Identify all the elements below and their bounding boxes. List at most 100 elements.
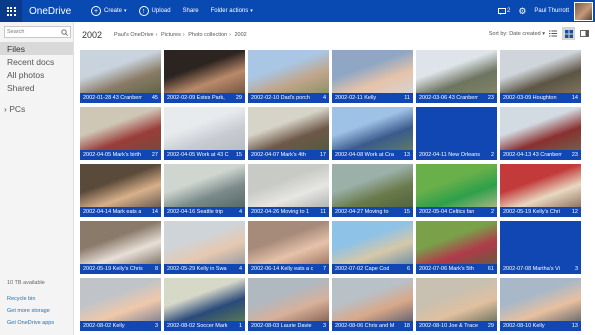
item-count: 61 <box>487 266 494 272</box>
list-view-button[interactable] <box>546 27 559 40</box>
folder-actions-label: Folder actions <box>210 8 249 14</box>
upload-button[interactable]: ↑ Upload <box>138 6 171 16</box>
folder-name: 2002-05-19 Kelly's Chri <box>503 209 560 215</box>
folder-tile[interactable]: 2002-04-26 Moving to 1 11 <box>248 164 329 217</box>
sidebar-item-files[interactable]: Files <box>0 42 73 55</box>
chevron-down-icon: ▾ <box>124 8 127 14</box>
folder-name: 2002-04-16 Seattle trip <box>167 209 223 215</box>
folder-tile-label: 2002-03-06 43 Cranberr 23 <box>416 93 497 103</box>
folder-tile-label: 2002-05-04 Celtics fan 2 <box>416 207 497 217</box>
recycle-bin-link[interactable]: Recycle bin <box>7 296 54 302</box>
folder-name: 2002-04-14 Mark eats a <box>83 209 142 215</box>
folder-tile[interactable]: 2002-08-02 Kelly 3 <box>80 278 161 331</box>
get-onedrive-apps-link[interactable]: Get OneDrive apps <box>7 320 54 326</box>
folder-tile[interactable]: 2002-02-11 Kelly 11 <box>332 50 413 103</box>
folder-tile[interactable]: 2002-04-27 Moving to 15 <box>332 164 413 217</box>
folder-tile-label: 2002-04-08 Work at Cra 13 <box>332 150 413 160</box>
details-pane-button[interactable] <box>578 27 591 40</box>
folder-name: 2002-05-29 Kelly in Swa <box>167 266 227 272</box>
folder-tile-label: 2002-08-06 Chris and M 18 <box>332 321 413 331</box>
item-count: 45 <box>151 95 158 101</box>
folder-tile[interactable]: 2002-08-06 Chris and M 18 <box>332 278 413 331</box>
item-count: 2 <box>490 209 494 215</box>
item-count: 13 <box>571 323 578 329</box>
folder-name: 2002-08-10 Kelly <box>503 323 545 329</box>
share-button[interactable]: Share <box>183 8 199 14</box>
folder-name: 2002-08-02 Kelly <box>83 323 125 329</box>
folder-name: 2002-03-09 Houghton <box>503 95 557 101</box>
folder-tile[interactable]: 2002-05-19 Kelly's Chris 8 <box>80 221 161 274</box>
folder-tile[interactable]: 2002-04-07 Mark's 4th 17 <box>248 107 329 160</box>
folder-tile-label: 2002-02-11 Kelly 11 <box>332 93 413 103</box>
folder-tile-label: 2002-04-13 43 Cranberr 23 <box>500 150 581 160</box>
folder-tile[interactable]: 2002-02-10 Dad's porch 4 <box>248 50 329 103</box>
folder-tile-label: 2002-04-07 Mark's 4th 17 <box>248 150 329 160</box>
folder-tile[interactable]: 2002-03-09 Houghton 14 <box>500 50 581 103</box>
folder-tile[interactable]: 2002-04-05 Mark's birth 27 <box>80 107 161 160</box>
folder-tile[interactable]: 2002-06-14 Kelly eats a c 7 <box>248 221 329 274</box>
details-pane-icon <box>580 30 589 37</box>
breadcrumb-item[interactable]: Paul's OneDrive <box>114 32 154 38</box>
sidebar-item-shared[interactable]: Shared <box>0 81 73 94</box>
item-count: 18 <box>403 323 410 329</box>
folder-tile-label: 2002-07-06 Mark's 5th 61 <box>416 264 497 274</box>
folder-tile[interactable]: 2002-08-03 Laurie Davie 3 <box>248 278 329 331</box>
search-input[interactable]: Search <box>4 26 71 38</box>
item-count: 3 <box>574 266 578 272</box>
folder-tile-label: 2002-08-10 Joe & Trace 29 <box>416 321 497 331</box>
folder-tile[interactable]: 2002-04-11 New Orleans 2 <box>416 107 497 160</box>
folder-tile[interactable]: 2002-08-10 Kelly 13 <box>500 278 581 331</box>
folder-tile[interactable]: 2002-07-06 Mark's 5th 61 <box>416 221 497 274</box>
sidebar-item-all-photos[interactable]: All photos <box>0 68 73 81</box>
notifications-button[interactable]: 2 <box>498 7 510 15</box>
folder-tile[interactable]: 2002-04-16 Seattle trip 4 <box>164 164 245 217</box>
folder-tile[interactable]: 2002-04-13 43 Cranberr 23 <box>500 107 581 160</box>
folder-actions-button[interactable]: Folder actions ▾ <box>211 8 253 14</box>
folder-name: 2002-04-26 Moving to 1 <box>251 209 310 215</box>
breadcrumb-item[interactable]: Photo collection <box>188 32 227 38</box>
folder-tile[interactable]: 2002-05-04 Celtics fan 2 <box>416 164 497 217</box>
sidebar-item-pcs[interactable]: › PCs <box>0 104 73 114</box>
share-label: Share <box>182 8 199 14</box>
item-count: 27 <box>151 152 158 158</box>
avatar[interactable] <box>574 1 593 21</box>
item-count: 29 <box>235 95 242 101</box>
folder-tile[interactable]: 2002-04-05 Work at 43 C 15 <box>164 107 245 160</box>
folder-tile[interactable]: 2002-03-06 43 Cranberr 23 <box>416 50 497 103</box>
folder-tile[interactable]: 2002-08-10 Joe & Trace 29 <box>416 278 497 331</box>
account-area: 2 ⚙ Paul Thurrott <box>498 0 595 22</box>
breadcrumb-item[interactable]: Pictures <box>161 32 181 38</box>
plus-icon: + <box>91 6 101 16</box>
item-count: 14 <box>151 209 158 215</box>
folder-tile[interactable]: 2002-04-14 Mark eats a 14 <box>80 164 161 217</box>
folder-tile[interactable]: 2002-05-29 Kelly in Swa 4 <box>164 221 245 274</box>
folder-name: 2002-08-03 Laurie Davie <box>251 323 312 329</box>
brand-title[interactable]: OneDrive <box>29 6 79 17</box>
folder-tile[interactable]: 2002-05-19 Kelly's Chri 12 <box>500 164 581 217</box>
sidebar-item-recent-docs[interactable]: Recent docs <box>0 55 73 68</box>
gear-icon[interactable]: ⚙ <box>518 6 526 17</box>
folder-tile[interactable]: 2002-04-08 Work at Cra 13 <box>332 107 413 160</box>
folder-tile[interactable]: 2002-07-02 Cape Cod 6 <box>332 221 413 274</box>
folder-tile-label: 2002-04-05 Work at 43 C 15 <box>164 150 245 160</box>
item-count: 15 <box>403 209 410 215</box>
breadcrumb-separator: › <box>182 32 185 38</box>
item-count: 4 <box>238 209 242 215</box>
folder-tile-label: 2002-08-03 Laurie Davie 3 <box>248 321 329 331</box>
folder-tile[interactable]: 2002-08-02 Soccer Mark 1 <box>164 278 245 331</box>
content-header: 2002 Paul's OneDrive › Pictures › Photo co… <box>74 22 595 48</box>
thumbnail-view-button[interactable] <box>562 27 575 40</box>
folder-tile[interactable]: 2002-01-28 43 Cranberr 45 <box>80 50 161 103</box>
get-more-storage-link[interactable]: Get more storage <box>7 308 54 314</box>
item-count: 4 <box>238 266 242 272</box>
user-name[interactable]: Paul Thurrott <box>534 8 569 14</box>
folder-tile-label: 2002-05-19 Kelly's Chris 8 <box>80 264 161 274</box>
folder-tile[interactable]: 2002-02-09 Estes Park, 29 <box>164 50 245 103</box>
sort-dropdown[interactable]: Sort by: Date created ▾ <box>489 31 545 37</box>
folder-name: 2002-03-06 43 Cranberr <box>419 95 479 101</box>
folder-tile[interactable]: 2002-07-08 Martha's Vi 3 <box>500 221 581 274</box>
item-count: 7 <box>322 266 326 272</box>
breadcrumb-item: 2002 <box>234 32 247 38</box>
app-launcher-button[interactable] <box>0 0 22 22</box>
create-button[interactable]: + Create ▾ <box>91 6 127 16</box>
